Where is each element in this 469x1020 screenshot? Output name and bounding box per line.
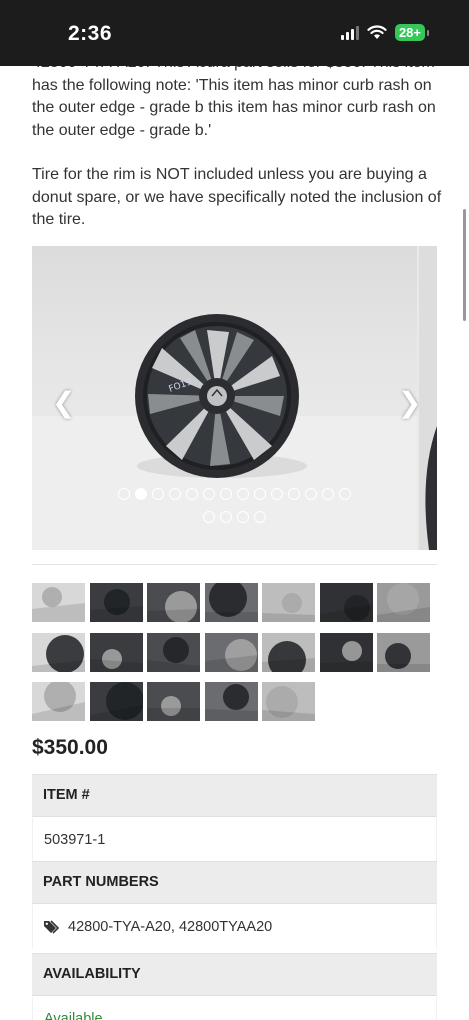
status-time: 2:36 <box>68 22 113 45</box>
tire-notice-paragraph: Tire for the rim is NOT included unless … <box>32 166 442 228</box>
wheel-image: FO19 <box>135 314 307 478</box>
item-number-value: 503971-1 <box>32 818 437 862</box>
wifi-icon <box>367 25 387 39</box>
price: $350.00 <box>32 736 108 759</box>
thumbnail-image[interactable] <box>89 632 143 672</box>
thumbnail-image[interactable] <box>262 583 315 622</box>
cellular-signal-icon <box>340 25 359 40</box>
thumbnail-image[interactable] <box>319 583 373 622</box>
carousel-dot[interactable] <box>254 511 266 523</box>
carousel-dot[interactable] <box>237 511 249 523</box>
carousel-dot[interactable] <box>220 511 232 523</box>
carousel-dot[interactable] <box>118 488 130 500</box>
thumbnail-image[interactable] <box>262 682 315 721</box>
status-bar: 2:36 28+ <box>0 0 469 66</box>
thumbnail-image[interactable] <box>204 682 258 721</box>
battery-indicator: 28+ <box>394 24 430 41</box>
thumbnail-image[interactable] <box>89 583 143 622</box>
thumbnail-image[interactable] <box>32 583 85 622</box>
part-numbers-header: PART NUMBERS <box>32 861 437 904</box>
thumbnail-image[interactable] <box>32 682 85 721</box>
carousel-dots-row-2 <box>32 511 437 523</box>
chevron-left-icon: ❮ <box>52 386 76 419</box>
thumbnail-image[interactable] <box>377 583 430 622</box>
carousel-dot[interactable] <box>322 488 334 500</box>
thumbnail-image[interactable] <box>262 632 315 672</box>
carousel-main-slide: FO19 ❮ ❯ <box>32 246 421 550</box>
image-carousel[interactable]: FO19 ❮ ❯ <box>32 246 437 550</box>
carousel-dot[interactable] <box>203 511 215 523</box>
thumbnail-image[interactable] <box>147 583 200 622</box>
carousel-dot[interactable] <box>186 488 198 500</box>
availability-value: Available <box>32 997 437 1020</box>
carousel-dot[interactable] <box>254 488 266 500</box>
thumbnail-image[interactable] <box>147 682 200 721</box>
carousel-dot[interactable] <box>220 488 232 500</box>
carousel-dots-row-1 <box>32 488 437 500</box>
carousel-dot[interactable] <box>169 488 181 500</box>
carousel-prev-button[interactable]: ❮ <box>52 386 75 419</box>
status-icons: 28+ <box>340 24 430 41</box>
thumbnail-image[interactable] <box>147 632 200 672</box>
divider <box>32 564 437 565</box>
carousel-dot[interactable] <box>152 488 164 500</box>
description-paragraph: 42800-TYA-A20. This Acura part sells for… <box>32 66 436 139</box>
thumbnail-image[interactable] <box>204 583 258 622</box>
carousel-dot[interactable] <box>203 488 215 500</box>
thumbnail-image[interactable] <box>32 632 85 672</box>
thumbnail-image[interactable] <box>319 632 373 672</box>
carousel-dot[interactable] <box>271 488 283 500</box>
carousel-dot[interactable] <box>135 488 147 500</box>
page-content[interactable]: 42800-TYA-A20. This Acura part sells for… <box>0 66 469 1020</box>
carousel-dot[interactable] <box>305 488 317 500</box>
availability-header: AVAILABILITY <box>32 953 437 996</box>
tags-icon <box>44 920 60 934</box>
part-numbers-value: 42800-TYA-A20, 42800TYAA20 <box>68 919 273 935</box>
carousel-next-slide-peek <box>419 246 437 550</box>
scrollbar[interactable] <box>463 209 466 321</box>
part-numbers-row: 42800-TYA-A20, 42800TYAA20 <box>32 905 437 949</box>
carousel-dot[interactable] <box>339 488 351 500</box>
carousel-dot[interactable] <box>288 488 300 500</box>
thumbnail-image[interactable] <box>377 632 430 672</box>
thumbnail-image[interactable] <box>89 682 143 721</box>
thumbnail-image[interactable] <box>204 632 258 672</box>
carousel-dot[interactable] <box>237 488 249 500</box>
item-number-header: ITEM # <box>32 774 437 817</box>
chevron-right-icon: ❯ <box>398 386 422 419</box>
carousel-next-button[interactable]: ❯ <box>398 386 421 419</box>
